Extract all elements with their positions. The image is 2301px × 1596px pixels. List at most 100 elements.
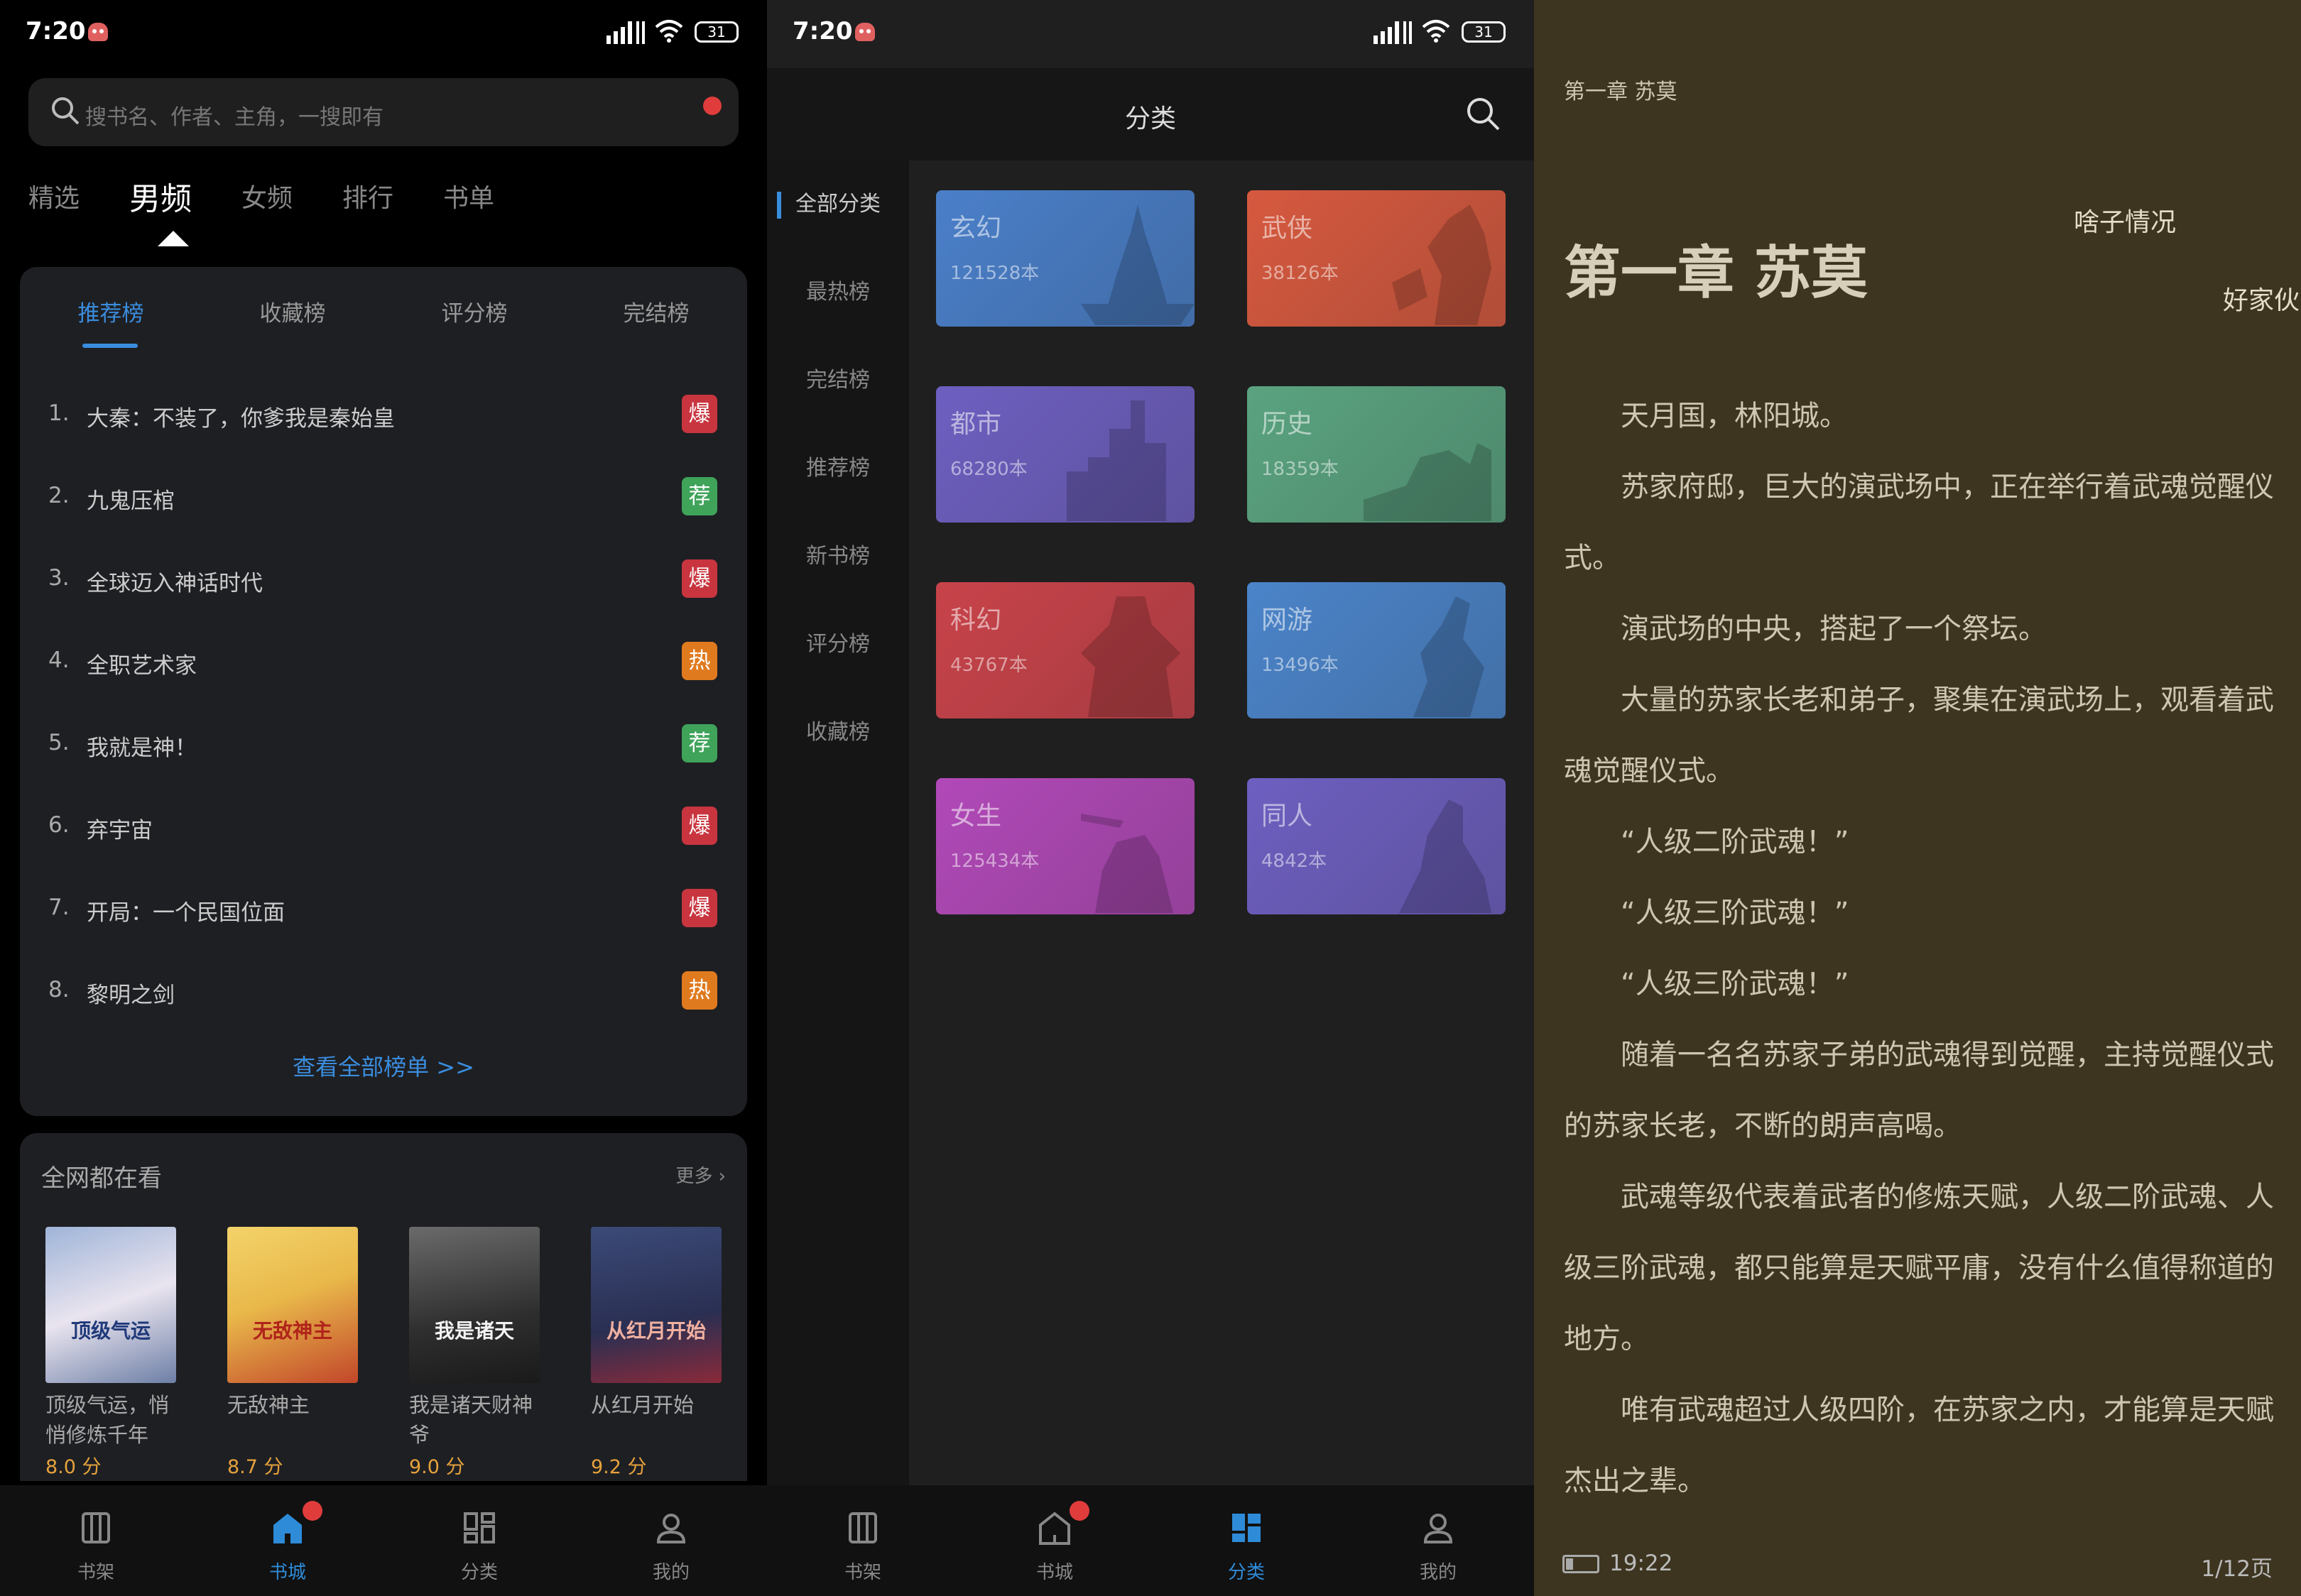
rank-row[interactable]: 5. 我就是神！ 荐 <box>20 703 747 785</box>
rank-row[interactable]: 1. 大秦：不装了，你爹我是秦始皇 爆 <box>20 373 747 456</box>
nav-bookstore[interactable]: 书城 <box>959 1485 1150 1596</box>
rank-badge: 荐 <box>682 477 717 515</box>
rank-row[interactable]: 3. 全球迈入神话时代 爆 <box>20 538 747 621</box>
more-link[interactable]: 更多 › <box>675 1162 726 1188</box>
sidebar-item[interactable]: 新书榜 <box>767 513 909 601</box>
tab-score-rank[interactable]: 评分榜 <box>384 295 565 327</box>
category-count: 43767本 <box>950 655 1028 676</box>
wifi-icon <box>655 20 683 43</box>
rank-badge: 爆 <box>682 807 717 845</box>
rank-badge: 热 <box>682 971 717 1010</box>
category-sidebar: 全部分类 最热榜 完结榜 推荐榜 新书榜 评分榜 收藏榜 <box>767 160 909 1485</box>
rank-number: 2. <box>48 483 70 508</box>
book-title: 全球迈入神话时代 <box>87 571 263 596</box>
book-score: 8.0 分 <box>45 1456 102 1478</box>
paragraph: 随着一名名苏家子弟的武魂得到觉醒，主持觉醒仪式的苏家长老，不断的朗声高喝。 <box>1564 1039 2274 1142</box>
user-icon <box>1423 1514 1453 1543</box>
category-name: 历史 <box>1261 410 1313 439</box>
tab-male[interactable]: 男频 <box>129 173 192 234</box>
category-card[interactable]: 都市 68280本 <box>936 386 1195 523</box>
category-card[interactable]: 武侠 38126本 <box>1247 190 1506 327</box>
paragraph: 唯有武魂超过人级四阶，在苏家之内，才能算是天赋杰出之辈。 <box>1564 1394 2274 1497</box>
category-illustration <box>1081 596 1180 717</box>
danmu-comment: 好家伙 <box>2223 286 2300 315</box>
book-card[interactable]: 无敌神主 无敌神主 8.7 分 <box>227 1227 358 1479</box>
category-count: 125434本 <box>950 851 1040 872</box>
paragraph: 天月国，林阳城。 <box>1621 400 1848 432</box>
nav-mine[interactable]: 我的 <box>1342 1485 1534 1596</box>
app-notification-icon <box>88 23 108 41</box>
category-illustration <box>1392 204 1491 325</box>
category-card[interactable]: 历史 18359本 <box>1247 386 1506 523</box>
rank-number: 5. <box>48 730 70 755</box>
tab-collect-rank[interactable]: 收藏榜 <box>202 295 384 327</box>
rank-row[interactable]: 4. 全职艺术家 热 <box>20 621 747 703</box>
nav-label: 书架 <box>77 1562 114 1583</box>
ranking-list: 1. 大秦：不装了，你爹我是秦始皇爆 2. 九鬼压棺荐 3. 全球迈入神话时代爆 4. 全职艺… <box>20 373 747 1032</box>
search-icon[interactable] <box>1463 94 1503 133</box>
category-card[interactable]: 科幻 43767本 <box>936 582 1195 718</box>
nav-category[interactable]: 分类 <box>1150 1485 1342 1596</box>
book-card[interactable]: 我是诸天 我是诸天财神爷 9.0 分 <box>409 1227 540 1479</box>
cover-title: 我是诸天 <box>434 1319 514 1343</box>
chevron-right-icon: › <box>718 1166 726 1187</box>
status-bar: 7:20 31 <box>0 0 767 68</box>
nav-category[interactable]: 分类 <box>384 1485 575 1596</box>
book-title: 我是诸天财神爷 <box>409 1393 533 1447</box>
rank-row[interactable]: 8. 黎明之剑 热 <box>20 950 747 1032</box>
sidebar-item[interactable]: 收藏榜 <box>767 689 909 777</box>
category-name: 同人 <box>1261 802 1313 831</box>
status-time: 7:20 <box>26 17 86 45</box>
category-card[interactable]: 玄幻 121528本 <box>936 190 1195 327</box>
nav-bookshelf[interactable]: 书架 <box>767 1485 959 1596</box>
tab-finished-rank[interactable]: 完结榜 <box>565 295 747 327</box>
rank-tab-underline <box>82 344 138 348</box>
nav-bookstore[interactable]: 书城 <box>192 1485 384 1596</box>
signal-icon <box>1373 21 1412 44</box>
category-name: 都市 <box>950 410 1002 439</box>
tab-booklist[interactable]: 书单 <box>443 177 494 234</box>
sidebar-item[interactable]: 最热榜 <box>767 248 909 337</box>
sidebar-item[interactable]: 评分榜 <box>767 601 909 689</box>
view-all-rankings-link[interactable]: 查看全部榜单 >> <box>20 1049 747 1082</box>
rank-row[interactable]: 6. 弃宇宙 爆 <box>20 785 747 868</box>
search-placeholder: 搜书名、作者、主角，一搜即有 <box>85 105 384 130</box>
rank-row[interactable]: 7. 开局：一个民国位面 爆 <box>20 868 747 950</box>
tab-recommend-rank[interactable]: 推荐榜 <box>20 295 202 327</box>
category-card[interactable]: 女生 125434本 <box>936 778 1195 914</box>
book-score: 9.2 分 <box>591 1456 647 1478</box>
book-card[interactable]: 从红月开始 从红月开始 9.2 分 <box>591 1227 722 1479</box>
book-title: 我就是神！ <box>87 736 197 761</box>
battery-icon: 31 <box>695 21 739 43</box>
search-input[interactable]: 搜书名、作者、主角，一搜即有 <box>28 78 739 146</box>
reader-footer: 19:22 1/12页 <box>1562 1548 2273 1583</box>
rank-number: 7. <box>48 895 70 920</box>
ranking-card: 推荐榜 收藏榜 评分榜 完结榜 1. 大秦：不装了，你爹我是秦始皇爆 2. 九鬼压棺荐… <box>20 267 747 1116</box>
sidebar-item[interactable]: 完结榜 <box>767 337 909 425</box>
tab-ranking[interactable]: 排行 <box>342 177 393 234</box>
page-title: 分类 <box>1124 104 1176 133</box>
nav-mine[interactable]: 我的 <box>575 1485 767 1596</box>
book-cover: 我是诸天 <box>409 1227 540 1383</box>
grid-icon <box>464 1512 495 1543</box>
nav-bookshelf[interactable]: 书架 <box>0 1485 192 1596</box>
paragraph: “人级二阶武魂！” <box>1621 826 1849 858</box>
rank-row[interactable]: 2. 九鬼压棺 荐 <box>20 456 747 538</box>
tab-female[interactable]: 女频 <box>241 177 293 234</box>
rank-badge: 爆 <box>682 395 717 433</box>
book-title: 大秦：不装了，你爹我是秦始皇 <box>87 406 395 432</box>
signal-icon <box>606 21 645 44</box>
bookshelf-icon <box>849 1512 877 1543</box>
sidebar-item[interactable]: 全部分类 <box>767 160 909 248</box>
paragraph: 武魂等级代表着武者的修炼天赋，人级二阶武魂、人级三阶武魂，都只能算是天赋平庸，没… <box>1564 1181 2274 1355</box>
sidebar-item[interactable]: 推荐榜 <box>767 425 909 513</box>
app-notification-icon <box>855 23 875 41</box>
reader-screen[interactable]: 第一章 苏莫 啥子情况 第一章 苏莫 好家伙 天月国，林阳城。 苏家府邸，巨大的演… <box>1534 0 2301 1596</box>
tab-featured[interactable]: 精选 <box>28 177 80 234</box>
category-card[interactable]: 同人 4842本 <box>1247 778 1506 914</box>
category-card[interactable]: 网游 13496本 <box>1247 582 1506 718</box>
book-card[interactable]: 顶级气运 顶级气运，悄悄修炼千年 8.0 分 <box>45 1227 176 1479</box>
book-title: 全职艺术家 <box>87 653 197 679</box>
book-cover: 无敌神主 <box>227 1227 358 1383</box>
category-count: 13496本 <box>1261 655 1339 676</box>
